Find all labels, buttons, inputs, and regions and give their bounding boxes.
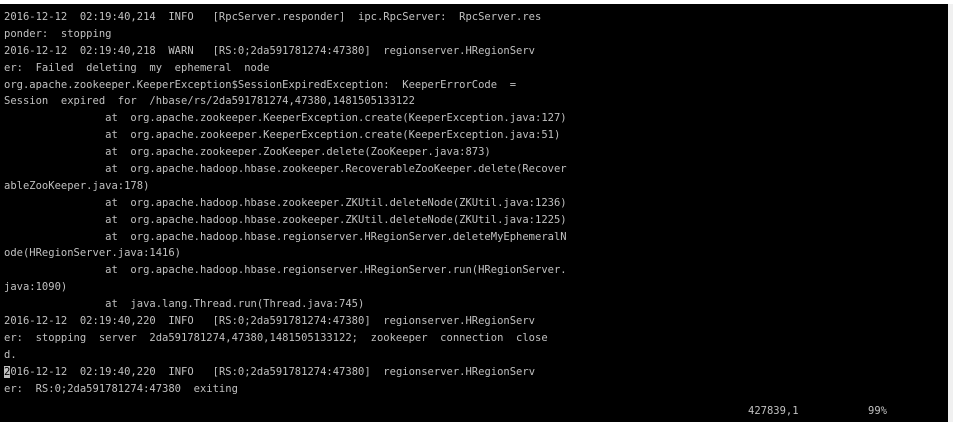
terminal-output: 2016-12-12 02:19:40,214 INFO [RpcServer.… bbox=[4, 9, 567, 397]
terminal-line: ponder: stopping bbox=[4, 27, 112, 40]
terminal-line: 2016-12-12 02:19:40,218 WARN [RS:0;2da59… bbox=[4, 44, 536, 57]
terminal-line: at org.apache.hadoop.hbase.regionserver.… bbox=[4, 264, 567, 277]
cursor-position: 427839,1 bbox=[748, 405, 799, 417]
terminal-line: 2016-12-12 02:19:40,220 INFO [RS:0;2da59… bbox=[4, 365, 536, 378]
terminal-line: 2016-12-12 02:19:40,220 INFO [RS:0;2da59… bbox=[4, 315, 536, 328]
terminal-line: at org.apache.hadoop.hbase.zookeeper.Rec… bbox=[4, 163, 567, 176]
terminal-line: d. bbox=[4, 348, 17, 361]
terminal-line: at org.apache.hadoop.hbase.zookeeper.ZKU… bbox=[4, 213, 567, 226]
terminal-line: at org.apache.hadoop.hbase.zookeeper.ZKU… bbox=[4, 196, 567, 209]
terminal-line: er: stopping server 2da591781274,47380,1… bbox=[4, 331, 548, 344]
terminal-line: at org.apache.zookeeper.ZooKeeper.delete… bbox=[4, 146, 491, 159]
terminal-line: at java.lang.Thread.run(Thread.java:745) bbox=[4, 298, 365, 311]
terminal-line: Session expired for /hbase/rs/2da5917812… bbox=[4, 95, 415, 108]
terminal-line: at org.apache.zookeeper.KeeperException.… bbox=[4, 112, 567, 125]
terminal-line: at org.apache.hadoop.hbase.regionserver.… bbox=[4, 230, 567, 243]
scroll-percent: 99% bbox=[868, 405, 887, 417]
scrollbar[interactable] bbox=[948, 4, 953, 422]
terminal-line: org.apache.zookeeper.KeeperException$Ses… bbox=[4, 78, 517, 91]
terminal-line: 2016-12-12 02:19:40,214 INFO [RpcServer.… bbox=[4, 11, 542, 23]
terminal-line: er: Failed deleting my ephemeral node bbox=[4, 61, 270, 74]
terminal-line: ableZooKeeper.java:178) bbox=[4, 179, 150, 192]
terminal-line: er: RS:0;2da591781274:47380 exiting bbox=[4, 382, 238, 395]
terminal-line: java:1090) bbox=[4, 281, 68, 294]
terminal-window[interactable]: 2016-12-12 02:19:40,214 INFO [RpcServer.… bbox=[0, 4, 948, 422]
terminal-line: at org.apache.zookeeper.KeeperException.… bbox=[4, 129, 561, 142]
terminal-line: ode(HRegionServer.java:1416) bbox=[4, 247, 182, 260]
